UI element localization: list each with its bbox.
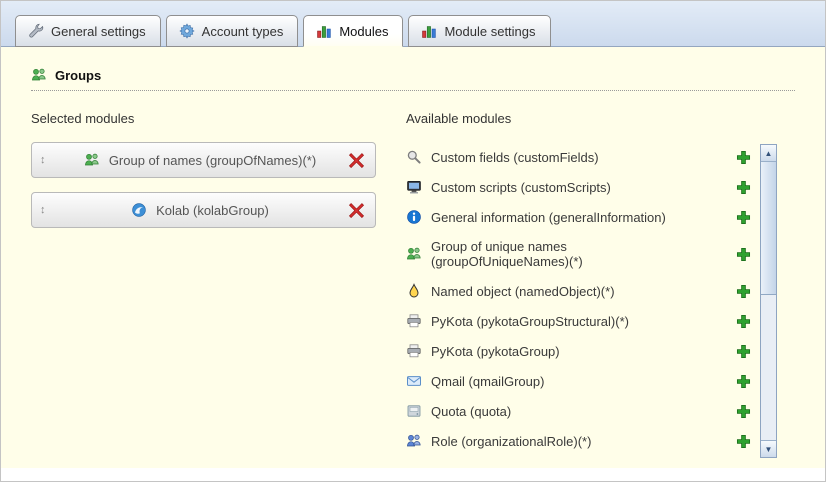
- scrollbar-up-button[interactable]: ▲: [761, 145, 776, 162]
- tab-label: Modules: [339, 24, 388, 39]
- selected-module-content: Kolab (kolabGroup): [52, 202, 348, 218]
- info-icon: [406, 209, 422, 225]
- available-module-label: PyKota (pykotaGroup): [431, 344, 560, 359]
- page-title: Groups: [55, 68, 101, 83]
- gear-icon: [179, 23, 195, 39]
- selected-modules-column: Selected modules ↕ Group of names (groupO…: [31, 111, 376, 458]
- available-module-label: Custom fields (customFields): [431, 150, 599, 165]
- tab-label: General settings: [51, 24, 146, 39]
- selected-module-row: ↕ Kolab (kolabGroup): [31, 192, 376, 228]
- add-module-button[interactable]: [736, 404, 751, 419]
- add-module-button[interactable]: [736, 434, 751, 449]
- add-module-button[interactable]: [736, 150, 751, 165]
- available-module-row: Quota (quota): [406, 396, 751, 426]
- available-module-row: PyKota (pykotaGroupStructural)(*): [406, 306, 751, 336]
- scrollbar-down-button[interactable]: ▼: [761, 440, 776, 457]
- available-module-label: Qmail (qmailGroup): [431, 374, 544, 389]
- selected-module-row: ↕ Group of names (groupOfNames)(*): [31, 142, 376, 178]
- available-module-label: PyKota (pykotaGroupStructural)(*): [431, 314, 629, 329]
- scrollbar-track[interactable]: [761, 295, 776, 440]
- tab-module-settings[interactable]: Module settings: [408, 15, 550, 47]
- group-icon: [406, 246, 422, 262]
- tab-account-types[interactable]: Account types: [166, 15, 299, 47]
- remove-module-button[interactable]: [348, 202, 365, 219]
- selected-modules-list: ↕ Group of names (groupOfNames)(*) ↕ Kolab …: [31, 142, 376, 228]
- drop-icon: [406, 283, 422, 299]
- available-module-row: Qmail (qmailGroup): [406, 366, 751, 396]
- available-modules-heading: Available modules: [406, 111, 777, 126]
- selected-module-label: Kolab (kolabGroup): [156, 203, 269, 218]
- scroll-up-icon: ▲: [765, 149, 773, 158]
- printer-icon: [406, 343, 422, 359]
- selected-module-content: Group of names (groupOfNames)(*): [52, 152, 348, 168]
- available-module-row: General information (generalInformation): [406, 202, 751, 232]
- available-modules-area: Custom fields (customFields) Custom scrip…: [406, 142, 777, 458]
- add-module-button[interactable]: [736, 344, 751, 359]
- add-module-button[interactable]: [736, 180, 751, 195]
- tab-bar: General settings Account types Modules Modu…: [1, 1, 825, 47]
- scrollbar-thumb[interactable]: [761, 162, 776, 295]
- lam-configuration-window: General settings Account types Modules Modu…: [0, 0, 826, 482]
- group-icon: [31, 67, 47, 83]
- scroll-down-icon: ▼: [765, 445, 773, 454]
- chart-icon: [316, 23, 332, 39]
- add-module-button[interactable]: [736, 314, 751, 329]
- available-module-label: General information (generalInformation): [431, 210, 666, 225]
- remove-module-button[interactable]: [348, 152, 365, 169]
- available-module-label: Role (organizationalRole)(*): [431, 434, 591, 449]
- tab-label: Module settings: [444, 24, 535, 39]
- available-modules-list: Custom fields (customFields) Custom scrip…: [406, 142, 751, 456]
- available-modules-column: Available modules Custom fields (customF…: [406, 111, 777, 458]
- disk-icon: [406, 403, 422, 419]
- tab-modules[interactable]: Modules: [303, 15, 403, 47]
- mail-icon: [406, 373, 422, 389]
- available-module-label: Named object (namedObject)(*): [431, 284, 615, 299]
- add-module-button[interactable]: [736, 247, 751, 262]
- chart-icon: [421, 23, 437, 39]
- available-module-label: Group of unique names (groupOfUniqueName…: [431, 239, 687, 269]
- available-module-label: Custom scripts (customScripts): [431, 180, 611, 195]
- add-module-button[interactable]: [736, 284, 751, 299]
- monitor-icon: [406, 179, 422, 195]
- scrollbar[interactable]: ▲ ▼: [760, 144, 777, 458]
- available-module-row: Custom scripts (customScripts): [406, 172, 751, 202]
- printer-icon: [406, 313, 422, 329]
- selected-modules-heading: Selected modules: [31, 111, 376, 126]
- drag-handle-icon[interactable]: ↕: [40, 154, 52, 166]
- tab-label: Account types: [202, 24, 284, 39]
- available-module-row: Role (organizationalRole)(*): [406, 426, 751, 456]
- section-header: Groups: [31, 67, 795, 91]
- add-module-button[interactable]: [736, 210, 751, 225]
- group-icon: [84, 152, 100, 168]
- magnifier-icon: [406, 149, 422, 165]
- kolab-icon: [131, 202, 147, 218]
- role-icon: [406, 433, 422, 449]
- wrench-icon: [28, 23, 44, 39]
- content-pane: Groups Selected modules ↕ Group of names …: [1, 47, 825, 468]
- available-module-row: Group of unique names (groupOfUniqueName…: [406, 232, 751, 276]
- available-module-label: Quota (quota): [431, 404, 511, 419]
- selected-module-label: Group of names (groupOfNames)(*): [109, 153, 316, 168]
- drag-handle-icon[interactable]: ↕: [40, 204, 52, 216]
- available-module-row: PyKota (pykotaGroup): [406, 336, 751, 366]
- available-module-row: Named object (namedObject)(*): [406, 276, 751, 306]
- available-module-row: Custom fields (customFields): [406, 142, 751, 172]
- tab-general-settings[interactable]: General settings: [15, 15, 161, 47]
- add-module-button[interactable]: [736, 374, 751, 389]
